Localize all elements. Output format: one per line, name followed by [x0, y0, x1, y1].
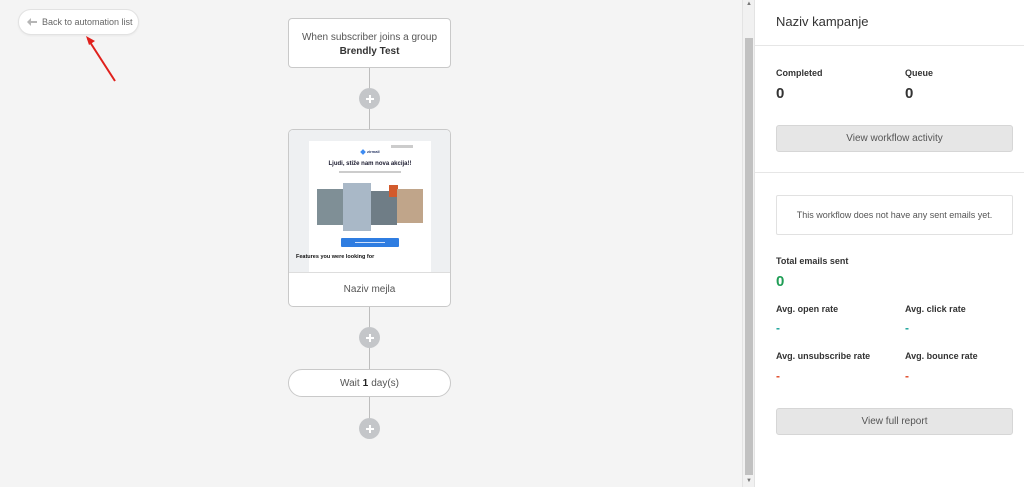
email-preview-thumbnail: zirmail Ljudi, stiže nam nova akcija!! F… — [289, 130, 450, 272]
email-preview-logo: zirmail — [360, 148, 380, 155]
add-step-button[interactable] — [359, 327, 380, 348]
add-step-button[interactable] — [359, 418, 380, 439]
scroll-up-icon[interactable]: ▲ — [746, 1, 752, 7]
connector-line — [369, 397, 370, 419]
queue-label: Queue — [905, 68, 934, 78]
queue-value: 0 — [905, 85, 914, 102]
total-emails-sent-value: 0 — [776, 273, 785, 290]
wait-node[interactable]: Wait 1 day(s) — [288, 369, 451, 397]
trigger-group-name: Brendly Test — [339, 46, 400, 57]
wait-unit: day(s) — [371, 377, 399, 389]
arrow-left-icon — [27, 18, 37, 26]
email-preview-subtitle — [339, 171, 401, 173]
email-preview-logo-text: zirmail — [367, 149, 380, 154]
email-preview-features-heading: Features you were looking for — [296, 254, 375, 260]
panel-title: Naziv kampanje — [776, 14, 869, 29]
completed-label: Completed — [776, 68, 823, 78]
wait-prefix: Wait — [340, 377, 360, 389]
email-preview-body: zirmail Ljudi, stiže nam nova akcija!! — [309, 141, 431, 272]
email-preview-photo — [397, 189, 423, 223]
unsubscribe-rate-label: Avg. unsubscribe rate — [776, 351, 871, 361]
scrollbar-thumb[interactable] — [745, 38, 753, 475]
bounce-rate-label: Avg. bounce rate — [905, 351, 978, 361]
total-emails-sent-label: Total emails sent — [776, 256, 849, 266]
back-to-automation-list-button[interactable]: Back to automation list — [18, 9, 139, 35]
email-node[interactable]: zirmail Ljudi, stiže nam nova akcija!! F… — [288, 129, 451, 307]
plus-icon — [365, 424, 374, 433]
trigger-node[interactable]: When subscriber joins a group Brendly Te… — [288, 18, 451, 68]
back-button-label: Back to automation list — [42, 17, 133, 27]
wait-amount: 1 — [362, 377, 369, 389]
email-name: Naziv mejla — [289, 272, 450, 306]
email-preview-photo — [317, 189, 343, 225]
click-rate-value: - — [905, 321, 909, 335]
annotation-arrow-icon — [86, 36, 116, 82]
click-rate-label: Avg. click rate — [905, 304, 966, 314]
email-preview-photo — [343, 183, 371, 231]
open-rate-label: Avg. open rate — [776, 304, 839, 314]
stats-panel: Naziv kampanje Completed 0 Queue 0 View … — [754, 0, 1024, 487]
add-step-button[interactable] — [359, 88, 380, 109]
divider — [755, 45, 1024, 46]
trigger-text: When subscriber joins a group — [301, 32, 438, 43]
view-workflow-activity-button[interactable]: View workflow activity — [776, 125, 1013, 152]
completed-value: 0 — [776, 85, 785, 102]
email-preview-cta — [341, 238, 399, 247]
workflow-canvas: Back to automation list When subscriber … — [0, 0, 742, 487]
no-emails-notice: This workflow does not have any sent ema… — [776, 195, 1013, 235]
bounce-rate-value: - — [905, 369, 909, 383]
open-rate-value: - — [776, 321, 780, 335]
divider — [755, 172, 1024, 173]
email-preview-headline: Ljudi, stiže nam nova akcija!! — [328, 161, 412, 167]
scroll-down-icon[interactable]: ▼ — [746, 478, 752, 484]
canvas-scrollbar[interactable]: ▲ ▼ — [742, 0, 754, 487]
email-preview-topbar — [391, 145, 413, 148]
logo-mark-icon — [360, 148, 366, 155]
plus-icon — [365, 94, 374, 103]
view-full-report-button[interactable]: View full report — [776, 408, 1013, 435]
unsubscribe-rate-value: - — [776, 369, 780, 383]
plus-icon — [365, 333, 374, 342]
